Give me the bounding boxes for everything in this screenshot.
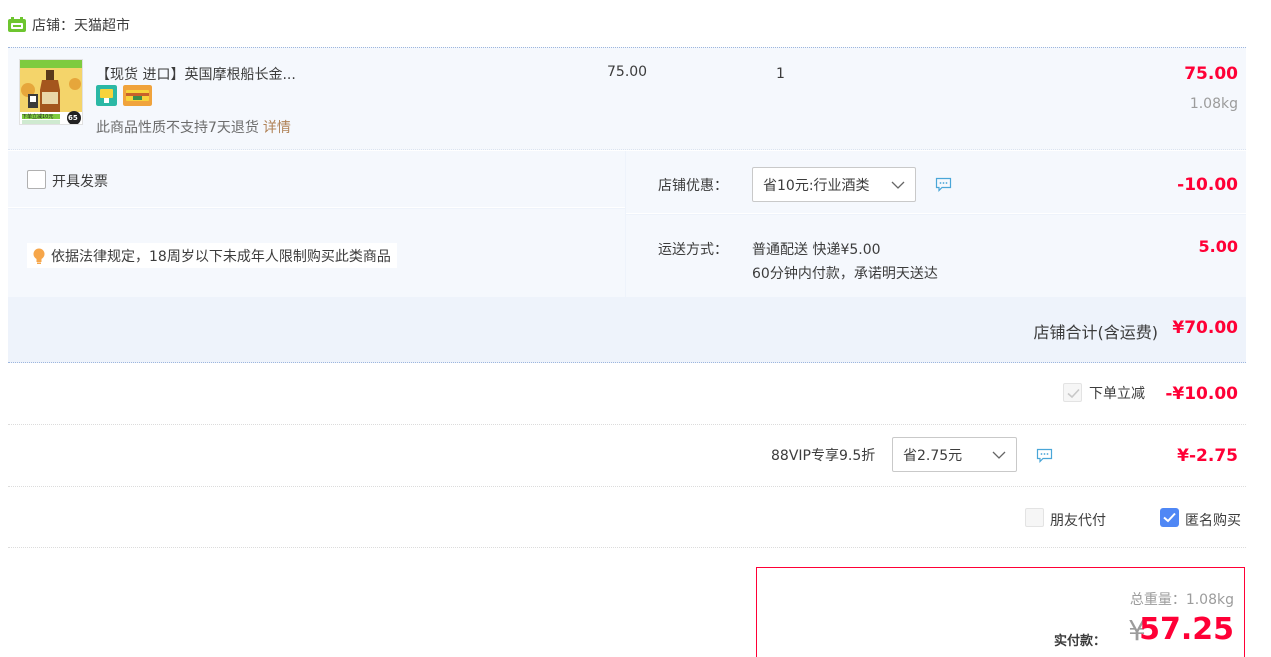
shop-total-label: 店铺合计(含运费) — [1033, 323, 1159, 342]
payment-badge-icon[interactable] — [123, 85, 152, 106]
shop-total-row: 店铺合计(含运费) ¥70.00 — [8, 297, 1246, 363]
shop-total-value: ¥70.00 — [1172, 318, 1238, 338]
total-weight: 总重量：1.08kg — [1129, 592, 1234, 608]
message-icon[interactable] — [1036, 448, 1053, 463]
thumb-price: 65 — [68, 114, 78, 122]
vip-discount-value: ¥-2.75 — [1177, 446, 1238, 466]
vip-discount-row: 88VIP专享9.5折 省2.75元 ¥-2.75 — [8, 425, 1246, 487]
product-title-link[interactable]: 【现货 进口】英国摩根船长金... — [96, 64, 296, 84]
shop-name-link[interactable]: 天猫超市 — [74, 18, 130, 34]
shipping-method: 普通配送 快递¥5.00 — [752, 242, 881, 258]
tmall-supermarket-icon — [8, 17, 26, 32]
shop-header: 店铺：天猫超市 — [8, 12, 130, 38]
payment-options-row: 朋友代付 匿名购买 — [8, 487, 1246, 548]
message-icon[interactable] — [935, 177, 952, 192]
return-policy-note: 此商品性质不支持7天退货 详情 — [96, 120, 291, 136]
lightbulb-icon — [33, 248, 45, 264]
quantity: 1 — [776, 66, 785, 82]
shop-discount-amount: -10.00 — [1177, 175, 1238, 195]
shipping-promise: 60分钟内付款，承诺明天送达 — [752, 266, 938, 282]
friend-pay-label[interactable]: 朋友代付 — [1050, 510, 1106, 530]
product-thumbnail[interactable]: 下单立减10元 65 — [19, 59, 83, 125]
anonymous-label[interactable]: 匿名购买 — [1185, 510, 1241, 530]
options-left: 开具发票 依据法律规定，18周岁以下未成年人限制购买此类商品 — [8, 151, 625, 297]
chevron-down-icon — [891, 181, 905, 189]
shop-discount-label: 店铺优惠： — [658, 178, 728, 194]
shop-discount-select[interactable]: 省10元:行业酒类 — [752, 167, 916, 202]
shop-label: 店铺：天猫超市 — [32, 18, 130, 34]
anonymous-checkbox[interactable] — [1160, 508, 1179, 527]
item-subtotal: 75.00 — [1184, 64, 1238, 84]
item-weight: 1.08kg — [1189, 96, 1238, 112]
unit-price: 75.00 — [607, 64, 648, 80]
vip-discount-select[interactable]: 省2.75元 — [892, 437, 1017, 472]
thumb-banner: 下单立减10元 — [22, 114, 54, 120]
shop-discount-row: 店铺优惠： 省10元:行业酒类 -10.00 — [626, 151, 1246, 214]
options-right: 店铺优惠： 省10元:行业酒类 -10.00 运送方式： 普通配送 快递¥5.0… — [626, 151, 1246, 297]
vip-label: 88VIP专享9.5折 — [771, 448, 876, 464]
shipping-amount: 5.00 — [1198, 237, 1238, 256]
invoice-label[interactable]: 开具发票 — [52, 171, 108, 191]
final-amount: 57.25 — [1139, 612, 1234, 647]
invoice-checkbox[interactable] — [27, 170, 46, 189]
order-options: 开具发票 依据法律规定，18周岁以下未成年人限制购买此类商品 店铺优惠： 省10… — [8, 151, 1246, 297]
cart-item-row: 下单立减10元 65 【现货 进口】英国摩根船长金... 此商品性质不支持7天退… — [8, 47, 1246, 150]
pay-label: 实付款： — [1053, 634, 1106, 649]
order-discount-checkbox[interactable] — [1063, 383, 1082, 402]
service-badges — [96, 85, 152, 106]
check-icon — [1067, 388, 1080, 399]
age-restriction-notice: 依据法律规定，18周岁以下未成年人限制购买此类商品 — [27, 243, 397, 268]
shipping-row: 运送方式： 普通配送 快递¥5.00 60分钟内付款，承诺明天送达 5.00 — [626, 215, 1246, 297]
invoice-row: 开具发票 — [8, 151, 625, 208]
order-discount-value: -¥10.00 — [1165, 384, 1238, 404]
detail-link[interactable]: 详情 — [263, 120, 291, 136]
chevron-down-icon — [992, 451, 1006, 459]
final-payment-box: 总重量：1.08kg 实付款： ¥ 57.25 — [756, 567, 1245, 657]
friend-pay-checkbox[interactable] — [1025, 508, 1044, 527]
service-badge-icon[interactable] — [96, 85, 117, 106]
order-discount-row: 下单立减 -¥10.00 — [8, 364, 1246, 425]
order-discount-label: 下单立减 — [1089, 386, 1145, 402]
shipping-label: 运送方式： — [658, 242, 728, 258]
check-icon — [1163, 512, 1176, 523]
